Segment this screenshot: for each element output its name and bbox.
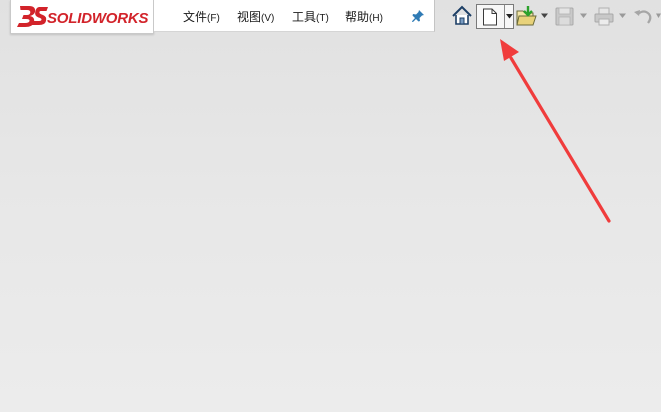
open-button[interactable] — [516, 4, 538, 28]
chevron-down-icon[interactable] — [619, 13, 626, 19]
menu-help[interactable]: 帮助(H) — [345, 8, 383, 25]
menu-file-label: 文件 — [183, 10, 208, 24]
chevron-down-icon[interactable] — [580, 13, 587, 19]
chevron-down-icon[interactable] — [506, 14, 513, 19]
logo-text: SOLIDWORKS — [47, 10, 149, 27]
menu-help-label: 帮助 — [345, 10, 370, 24]
menu-tools-accel: (T) — [316, 13, 329, 24]
new-document-icon — [483, 8, 497, 26]
annotation-arrow — [500, 39, 611, 223]
chevron-down-icon[interactable] — [541, 13, 548, 19]
pin-icon[interactable] — [411, 9, 425, 23]
menu-bar: 文件(F) 视图(V) 工具(T) 帮助(H) — [154, 0, 435, 32]
menu-tools-label: 工具 — [292, 10, 317, 24]
open-folder-icon — [516, 6, 537, 26]
menu-help-accel: (H) — [369, 13, 383, 24]
chevron-down-icon[interactable] — [656, 13, 661, 19]
split-divider — [504, 5, 505, 28]
menu-view[interactable]: 视图(V) — [237, 8, 274, 25]
top-bar: SOLIDWORKS 文件(F) 视图(V) 工具(T) 帮助(H) — [0, 0, 661, 34]
solidworks-logo[interactable]: SOLIDWORKS — [10, 0, 154, 34]
undo-icon — [634, 10, 652, 24]
save-icon — [555, 7, 574, 26]
menu-file-accel: (F) — [207, 13, 220, 24]
home-icon — [452, 5, 472, 25]
print-icon — [594, 7, 614, 26]
new-document-button[interactable] — [476, 4, 514, 29]
undo-button[interactable] — [632, 4, 654, 28]
menu-tools[interactable]: 工具(T) — [292, 8, 329, 25]
menu-file[interactable]: 文件(F) — [183, 8, 220, 25]
save-button[interactable] — [554, 4, 576, 28]
menu-view-accel: (V) — [261, 13, 275, 24]
home-button[interactable] — [451, 4, 473, 28]
menu-view-label: 视图 — [237, 10, 262, 24]
print-button[interactable] — [593, 4, 615, 28]
